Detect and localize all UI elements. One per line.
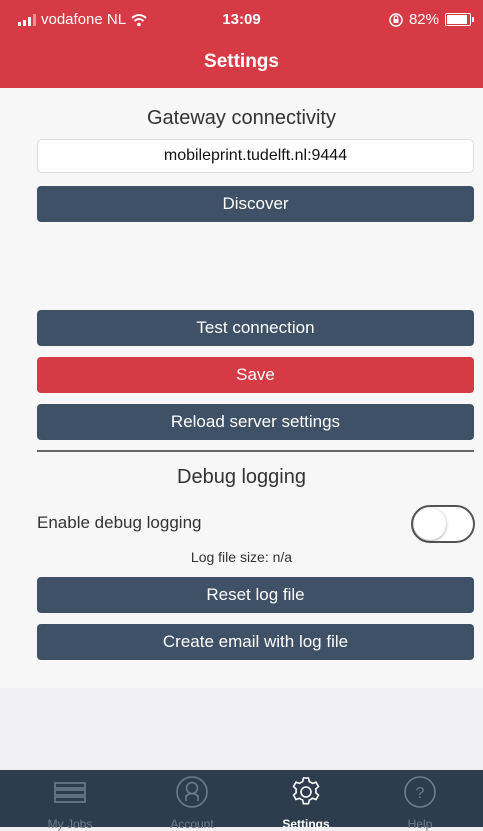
tab-bar: My Jobs Account Settings ? Help	[0, 770, 483, 831]
tab-settings[interactable]: Settings	[258, 770, 354, 831]
tab-help-label: Help	[407, 817, 433, 831]
save-button[interactable]: Save	[37, 357, 474, 393]
battery-percent: 82%	[408, 11, 439, 28]
enable-debug-label: Enable debug logging	[37, 513, 202, 532]
nav-bar: Settings	[0, 40, 483, 88]
email-log-file-button[interactable]: Create email with log file	[37, 624, 474, 660]
settings-content: Gateway connectivity Discover Test conne…	[0, 88, 483, 688]
page-title: Settings	[204, 51, 279, 72]
tab-account[interactable]: Account	[144, 770, 240, 831]
help-icon: ?	[404, 776, 436, 808]
user-icon	[176, 776, 208, 808]
log-size-label: Log file size:	[190, 549, 269, 565]
battery-group: 82%	[389, 11, 474, 28]
tab-settings-label: Settings	[282, 817, 330, 831]
orientation-lock-icon	[389, 12, 403, 27]
reset-log-file-button[interactable]: Reset log file	[37, 577, 474, 613]
gateway-url-input[interactable]	[37, 139, 474, 173]
tab-my-jobs-label: My Jobs	[47, 817, 93, 831]
log-size-value: n/a	[272, 549, 293, 565]
gateway-section-title: Gateway connectivity	[147, 107, 336, 129]
status-bar: vodafone NL 13:09 82%	[0, 0, 483, 40]
battery-fill	[447, 15, 467, 24]
discover-button[interactable]: Discover	[37, 186, 474, 222]
reload-server-settings-button[interactable]: Reload server settings	[37, 404, 474, 440]
tab-account-label: Account	[170, 817, 214, 831]
battery-icon	[445, 13, 474, 26]
svg-text:?: ?	[416, 785, 425, 802]
test-connection-button[interactable]: Test connection	[37, 310, 474, 346]
gear-icon	[292, 777, 320, 805]
section-divider	[37, 450, 474, 452]
debug-section-title: Debug logging	[177, 466, 306, 488]
list-icon	[54, 782, 86, 803]
tab-help[interactable]: ? Help	[372, 770, 468, 831]
toggle-knob[interactable]	[414, 508, 446, 540]
log-file-size: Log file size: n/a	[0, 549, 483, 565]
tab-my-jobs[interactable]: My Jobs	[22, 770, 118, 831]
debug-logging-toggle[interactable]	[411, 505, 475, 543]
